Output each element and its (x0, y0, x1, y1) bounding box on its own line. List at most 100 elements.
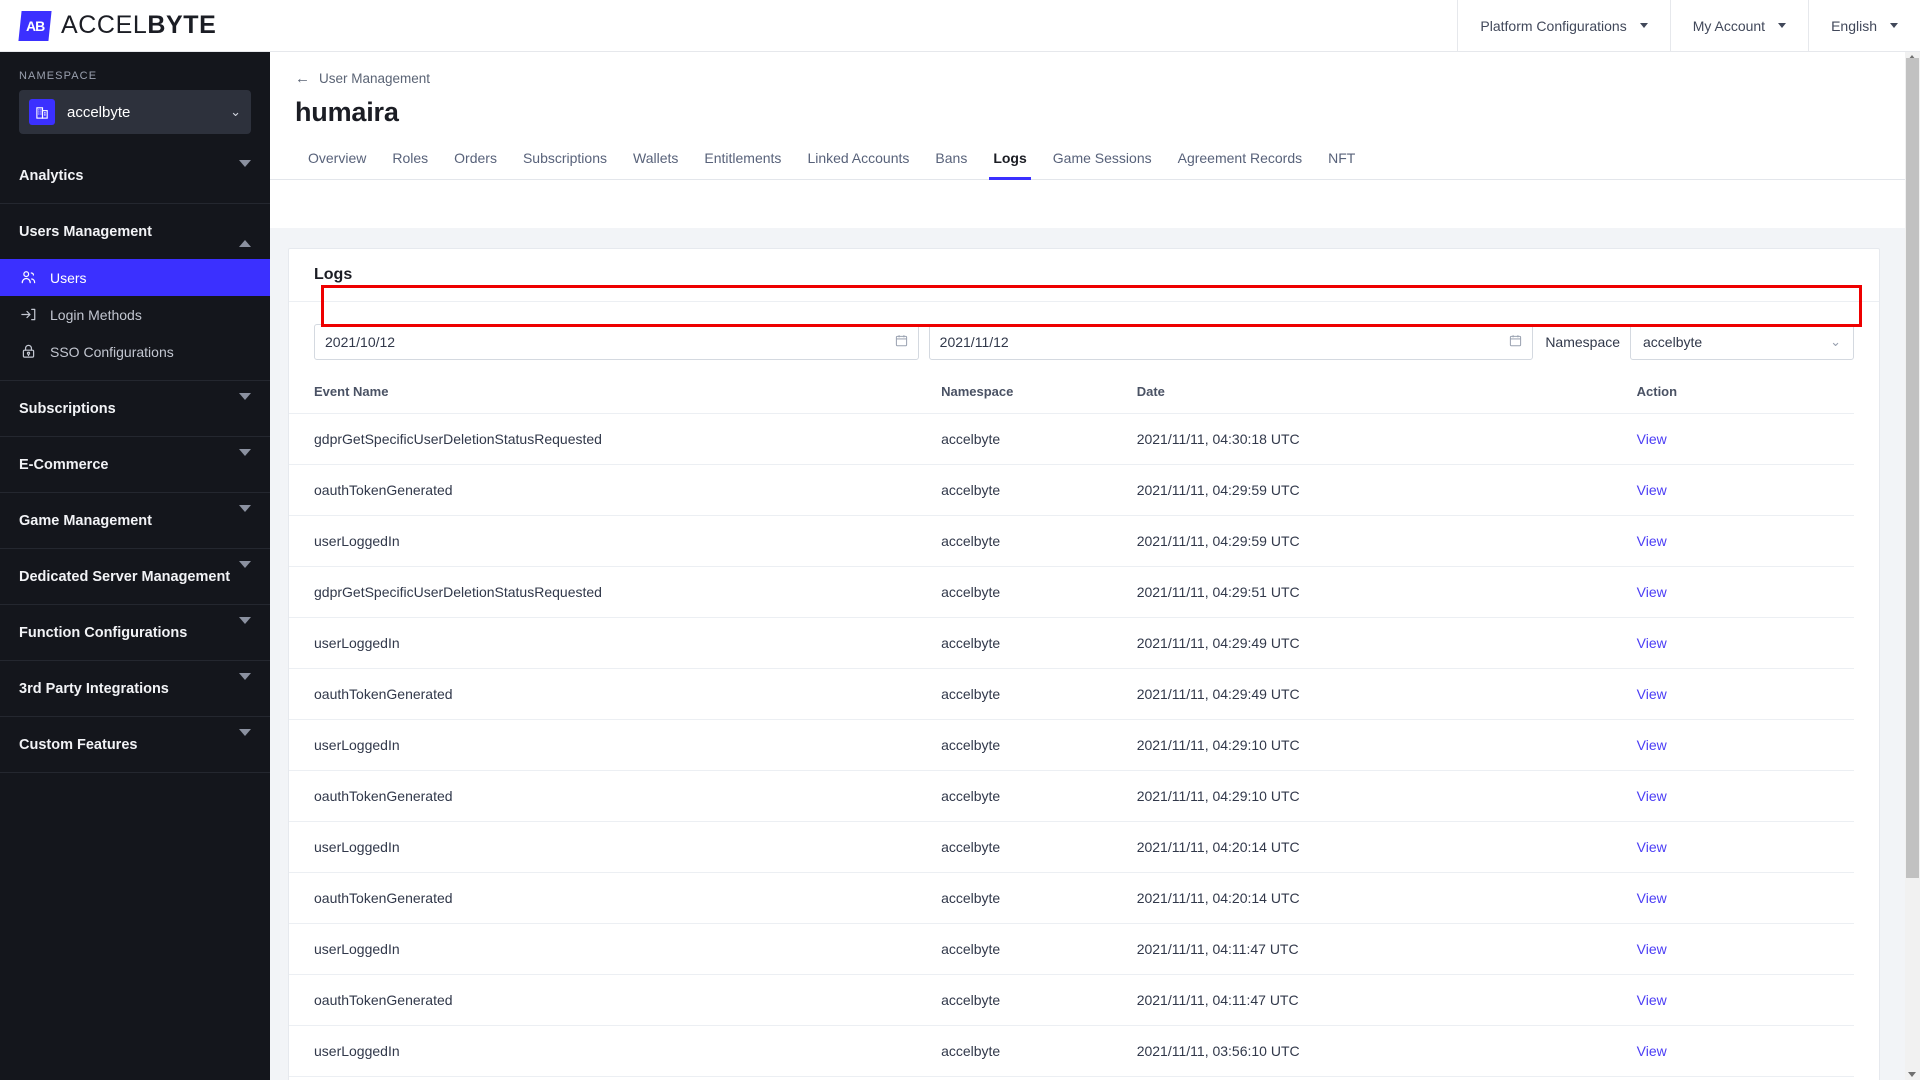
table-row: oauthTokenGenerated accelbyte 2021/11/11… (289, 974, 1854, 1026)
view-link[interactable]: View (1637, 533, 1667, 549)
column-header-namespace: Namespace (941, 370, 1137, 414)
cell-namespace: accelbyte (941, 1076, 1137, 1080)
scrollbar-thumb[interactable] (1906, 58, 1919, 878)
chevron-down-icon (239, 392, 251, 417)
main-content: ← User Management humaira Overview Roles… (270, 52, 1920, 1080)
menu-my-account[interactable]: My Account (1669, 0, 1808, 52)
lock-icon (19, 343, 37, 361)
divider (0, 772, 270, 773)
table-row: userLoggedIn accelbyte 2021/11/11, 04:29… (289, 515, 1854, 567)
cell-action: View (1636, 413, 1854, 465)
view-link[interactable]: View (1637, 737, 1667, 753)
logs-card: Logs 2021/10/12 2021/11/12 Namespace acc… (288, 248, 1880, 1080)
tab-entitlements[interactable]: Entitlements (691, 150, 794, 179)
cell-date: 2021/11/11, 04:29:10 UTC (1136, 719, 1637, 771)
accelbyte-logo-icon: AB (18, 10, 52, 41)
sidebar-item-users-label: Users (50, 269, 87, 286)
chevron-down-icon (239, 448, 251, 473)
view-link[interactable]: View (1637, 941, 1667, 957)
cell-action: View (1636, 872, 1854, 924)
namespace-filter-label: Namespace (1545, 334, 1621, 350)
sidebar-group-users-management[interactable]: Users Management (0, 204, 270, 259)
date-from-input[interactable]: 2021/10/12 (314, 324, 919, 360)
sidebar-group-users-management-label: Users Management (19, 223, 152, 240)
tab-linked-accounts[interactable]: Linked Accounts (794, 150, 922, 179)
sidebar-group-3rd-party-integrations[interactable]: 3rd Party Integrations (0, 661, 270, 716)
tab-nft[interactable]: NFT (1315, 150, 1368, 179)
table-row: userLoggedIn accelbyte 2021/11/11, 04:29… (289, 617, 1854, 669)
view-link[interactable]: View (1637, 992, 1667, 1008)
cell-date: 2021/11/11, 04:11:47 UTC (1136, 923, 1637, 975)
tab-wallets[interactable]: Wallets (620, 150, 691, 179)
cell-action: View (1636, 668, 1854, 720)
tab-roles[interactable]: Roles (379, 150, 441, 179)
namespace-value: accelbyte (67, 103, 131, 121)
brand-suffix: BYTE (147, 11, 217, 39)
view-link[interactable]: View (1637, 839, 1667, 855)
tab-orders-label: Orders (454, 150, 497, 166)
date-to-input[interactable]: 2021/11/12 (928, 324, 1534, 360)
view-link[interactable]: View (1637, 1043, 1667, 1059)
view-link[interactable]: View (1637, 482, 1667, 498)
brand-logo[interactable]: AB ACCELBYTE (0, 10, 217, 41)
tab-entitlements-label: Entitlements (704, 150, 782, 166)
chevron-down-icon (239, 728, 251, 753)
breadcrumb-label: User Management (319, 71, 431, 86)
menu-platform-configurations[interactable]: Platform Configurations (1457, 0, 1669, 52)
cell-date: 2021/11/11, 03:56:10 UTC (1136, 1025, 1637, 1077)
tab-bans[interactable]: Bans (922, 150, 980, 179)
menu-language[interactable]: English (1808, 0, 1920, 52)
calendar-icon[interactable] (1509, 334, 1522, 350)
breadcrumb[interactable]: ← User Management (270, 52, 1920, 87)
tab-agreement-records[interactable]: Agreement Records (1165, 150, 1316, 179)
tab-game-sessions[interactable]: Game Sessions (1040, 150, 1165, 179)
sidebar-item-users[interactable]: Users (0, 259, 270, 296)
view-link[interactable]: View (1637, 890, 1667, 906)
view-link[interactable]: View (1637, 686, 1667, 702)
scroll-down-arrow-icon[interactable] (1908, 1072, 1916, 1077)
sidebar-group-game-management[interactable]: Game Management (0, 493, 270, 548)
cell-namespace: accelbyte (941, 617, 1137, 669)
view-link[interactable]: View (1637, 788, 1667, 804)
cell-namespace: accelbyte (941, 974, 1137, 1026)
sidebar-group-analytics[interactable]: Analytics (0, 148, 270, 203)
tab-game-sessions-label: Game Sessions (1052, 150, 1152, 166)
sidebar-group-custom-features[interactable]: Custom Features (0, 717, 270, 772)
namespace-filter: Namespace accelbyte ⌄ (1543, 324, 1855, 360)
tab-subscriptions[interactable]: Subscriptions (510, 150, 620, 179)
sidebar-group-function-configurations[interactable]: Function Configurations (0, 605, 270, 660)
namespace-selector[interactable]: accelbyte ⌄ (19, 90, 251, 134)
cell-event-name: userLoggedIn (289, 617, 942, 669)
table-row: gdprGetSpecificUserDeletionStatusRequest… (289, 566, 1854, 618)
sidebar-item-login-methods[interactable]: Login Methods (0, 296, 270, 333)
brand-prefix: ACCEL (61, 11, 148, 39)
chevron-down-icon (239, 616, 251, 641)
tab-overview[interactable]: Overview (295, 150, 379, 179)
sidebar-item-sso-configurations[interactable]: SSO Configurations (0, 333, 270, 370)
page-scrollbar[interactable] (1905, 52, 1920, 1080)
calendar-icon[interactable] (895, 334, 908, 350)
tab-logs[interactable]: Logs (980, 150, 1039, 180)
view-link[interactable]: View (1637, 431, 1667, 447)
chevron-down-icon (239, 560, 251, 585)
cell-event-name: oauthTokenGenerated (289, 770, 942, 822)
sidebar-group-dedicated-server-management[interactable]: Dedicated Server Management (0, 549, 270, 604)
cell-namespace: accelbyte (941, 515, 1137, 567)
view-link[interactable]: View (1637, 584, 1667, 600)
cell-action: View (1636, 515, 1854, 567)
cell-event-name: oauthTokenGenerated (289, 974, 942, 1026)
cell-namespace: accelbyte (941, 719, 1137, 771)
menu-platform-configurations-label: Platform Configurations (1480, 17, 1627, 34)
sidebar-group-subscriptions[interactable]: Subscriptions (0, 381, 270, 436)
menu-language-label: English (1831, 17, 1877, 34)
namespace-filter-select[interactable]: accelbyte ⌄ (1630, 324, 1855, 360)
cell-namespace: accelbyte (941, 821, 1137, 873)
cell-event-name: gdprGetSpecificUserDeletionStatusRequest… (289, 413, 942, 465)
cell-action: View (1636, 719, 1854, 771)
view-link[interactable]: View (1637, 635, 1667, 651)
cell-namespace: accelbyte (941, 464, 1137, 516)
column-header-action: Action (1636, 370, 1854, 414)
sidebar-group-e-commerce[interactable]: E-Commerce (0, 437, 270, 492)
cell-event-name: userLoggedIn (289, 719, 942, 771)
tab-orders[interactable]: Orders (441, 150, 510, 179)
